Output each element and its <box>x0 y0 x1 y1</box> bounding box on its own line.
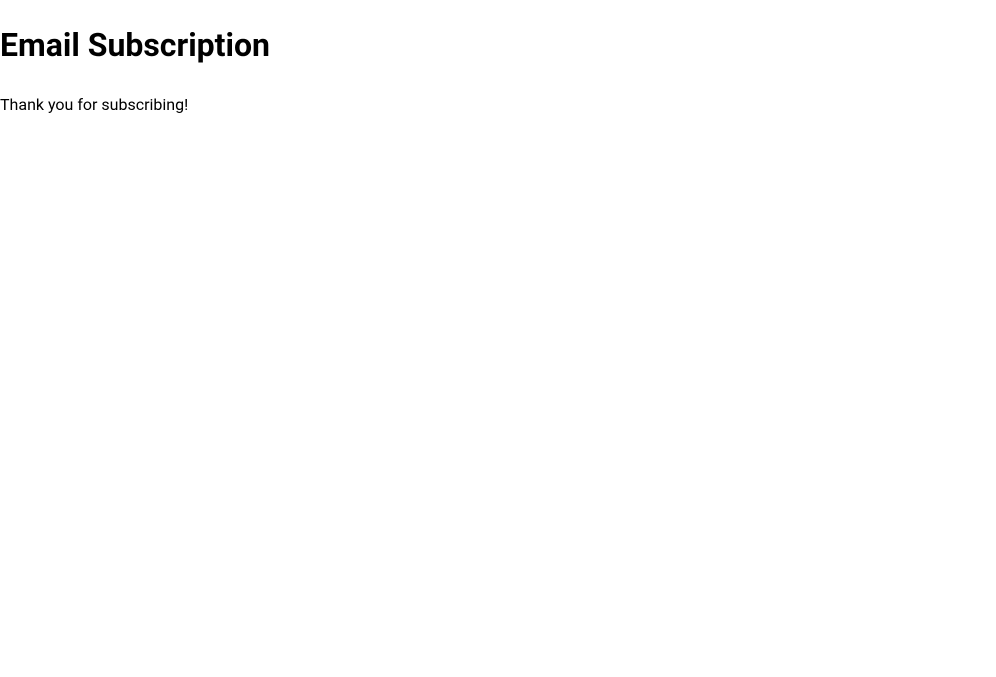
page-title: Email Subscription <box>0 26 996 64</box>
confirmation-message: Thank you for subscribing! <box>0 94 996 116</box>
